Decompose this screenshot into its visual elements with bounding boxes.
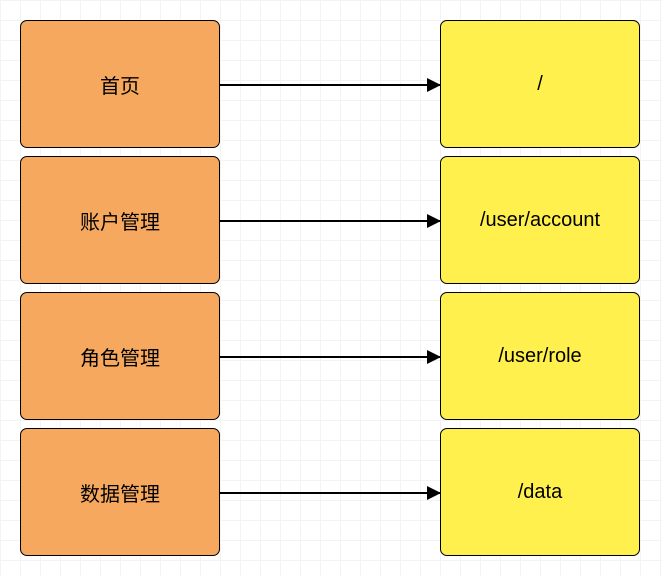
arrow-icon	[220, 84, 440, 86]
menu-label: 首页	[100, 70, 140, 99]
arrow-icon	[220, 492, 440, 494]
menu-box-account: 账户管理	[20, 156, 220, 284]
menu-label: 角色管理	[80, 342, 160, 371]
path-label: /data	[518, 481, 562, 504]
menu-label: 数据管理	[80, 478, 160, 507]
arrow-icon	[220, 220, 440, 222]
menu-box-home: 首页	[20, 20, 220, 148]
arrow-icon	[220, 356, 440, 358]
path-box-home: /	[440, 20, 640, 148]
path-box-data: /data	[440, 428, 640, 556]
path-label: /user/account	[480, 209, 600, 232]
menu-box-data: 数据管理	[20, 428, 220, 556]
path-label: /	[537, 73, 543, 96]
path-box-account: /user/account	[440, 156, 640, 284]
path-box-role: /user/role	[440, 292, 640, 420]
path-label: /user/role	[498, 345, 581, 368]
menu-box-role: 角色管理	[20, 292, 220, 420]
menu-label: 账户管理	[80, 206, 160, 235]
